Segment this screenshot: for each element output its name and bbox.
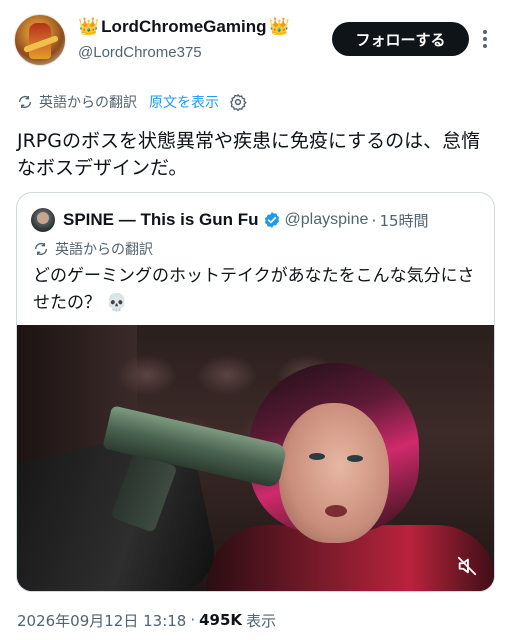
translation-row: 英語からの翻訳 原文を表示 — [17, 92, 247, 112]
crown-emoji-left: 👑 — [78, 17, 100, 37]
view-count-label: 表示 — [246, 611, 277, 630]
show-original-link[interactable]: 原文を表示 — [149, 92, 219, 112]
translate-icon — [35, 243, 47, 255]
translation-label: 英語からの翻訳 — [39, 95, 137, 111]
more-icon[interactable] — [476, 26, 494, 52]
quoted-author-name[interactable]: SPINE — This is Gun Fu — [63, 210, 259, 230]
quoted-author-avatar[interactable] — [31, 208, 55, 232]
quoted-author-handle[interactable]: @playspine — [285, 211, 369, 229]
quoted-video[interactable] — [17, 325, 494, 591]
author-handle[interactable]: @LordChrome375 — [78, 44, 202, 61]
translate-icon — [19, 96, 31, 108]
author-display-name[interactable]: LordChromeGaming — [101, 16, 266, 38]
tweet-timestamp[interactable]: 2026年09月12日 13:18 — [17, 610, 186, 631]
mute-icon[interactable] — [454, 553, 480, 579]
quoted-author-row[interactable]: SPINE — This is Gun Fu @playspine · 15時間 — [31, 208, 429, 232]
tweet-text: JRPGのボスを状態異常や疾患に免疫にするのは、怠惰なボスデザインだ。 — [17, 130, 481, 179]
author-avatar[interactable] — [14, 14, 66, 66]
separator-dot: · — [190, 611, 196, 629]
view-count[interactable]: 495K — [199, 611, 242, 629]
quoted-tweet-card[interactable]: SPINE — This is Gun Fu @playspine · 15時間… — [16, 192, 495, 592]
gear-icon[interactable] — [229, 93, 247, 111]
tweet-header: 👑 LordChromeGaming 👑 @LordChrome375 フォロー… — [0, 0, 511, 80]
follow-button[interactable]: フォローする — [332, 22, 469, 56]
tweet-footer: 2026年09月12日 13:18 · 495K 表示 — [17, 610, 276, 630]
quoted-timestamp[interactable]: 15時間 — [379, 210, 428, 231]
crown-emoji-right: 👑 — [268, 17, 290, 37]
quoted-translation-row: 英語からの翻訳 — [33, 239, 153, 259]
quoted-translation-label: 英語からの翻訳 — [55, 242, 153, 258]
verified-badge-icon — [264, 212, 279, 228]
author-name-row[interactable]: 👑 LordChromeGaming 👑 — [78, 16, 290, 38]
separator-dot: · — [371, 210, 377, 230]
quoted-tweet-text: どのゲーミングのホットテイクがあなたをこんな気分にさせたの？ 💀 — [33, 266, 475, 313]
